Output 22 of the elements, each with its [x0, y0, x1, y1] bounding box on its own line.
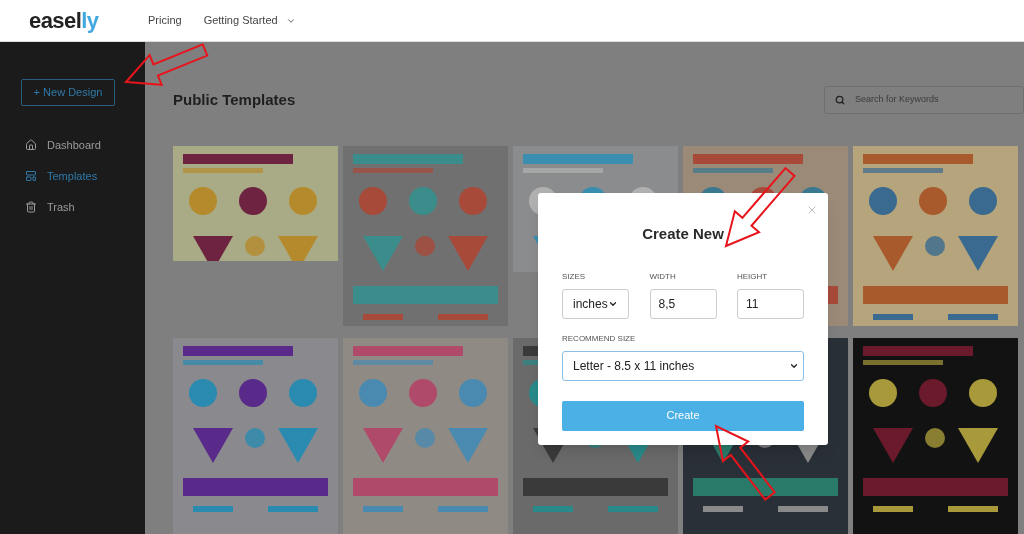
recommend-size-select[interactable]: Letter - 8.5 x 11 inches [562, 350, 804, 381]
field-label: SIZES [562, 270, 587, 283]
field-label: RECOMMEND SIZE [562, 332, 637, 345]
sidebar-item[interactable]: Trash [25, 198, 145, 216]
logo[interactable]: easelly [29, 4, 129, 37]
page-title: Public Templates [173, 89, 296, 110]
new-design-button[interactable]: + New Design [21, 79, 115, 106]
input-field[interactable]: 11 [737, 288, 804, 319]
nav-link[interactable]: Getting Started [203, 12, 296, 29]
house-icon [25, 139, 37, 151]
close-icon[interactable] [806, 204, 818, 216]
sizes-select[interactable]: inches [562, 288, 629, 319]
field-label: WIDTH [649, 270, 677, 283]
search-icon [835, 95, 845, 105]
sidebar-item[interactable]: Templates [25, 167, 145, 185]
dialog-title: Create New [641, 224, 725, 244]
input-field[interactable]: 8,5 [649, 288, 717, 319]
layout-icon [25, 170, 37, 182]
trash-icon [25, 201, 37, 213]
nav-link[interactable]: Pricing [148, 12, 182, 29]
sidebar-item[interactable]: Dashboard [25, 136, 145, 154]
field-label: HEIGHT [737, 270, 769, 283]
